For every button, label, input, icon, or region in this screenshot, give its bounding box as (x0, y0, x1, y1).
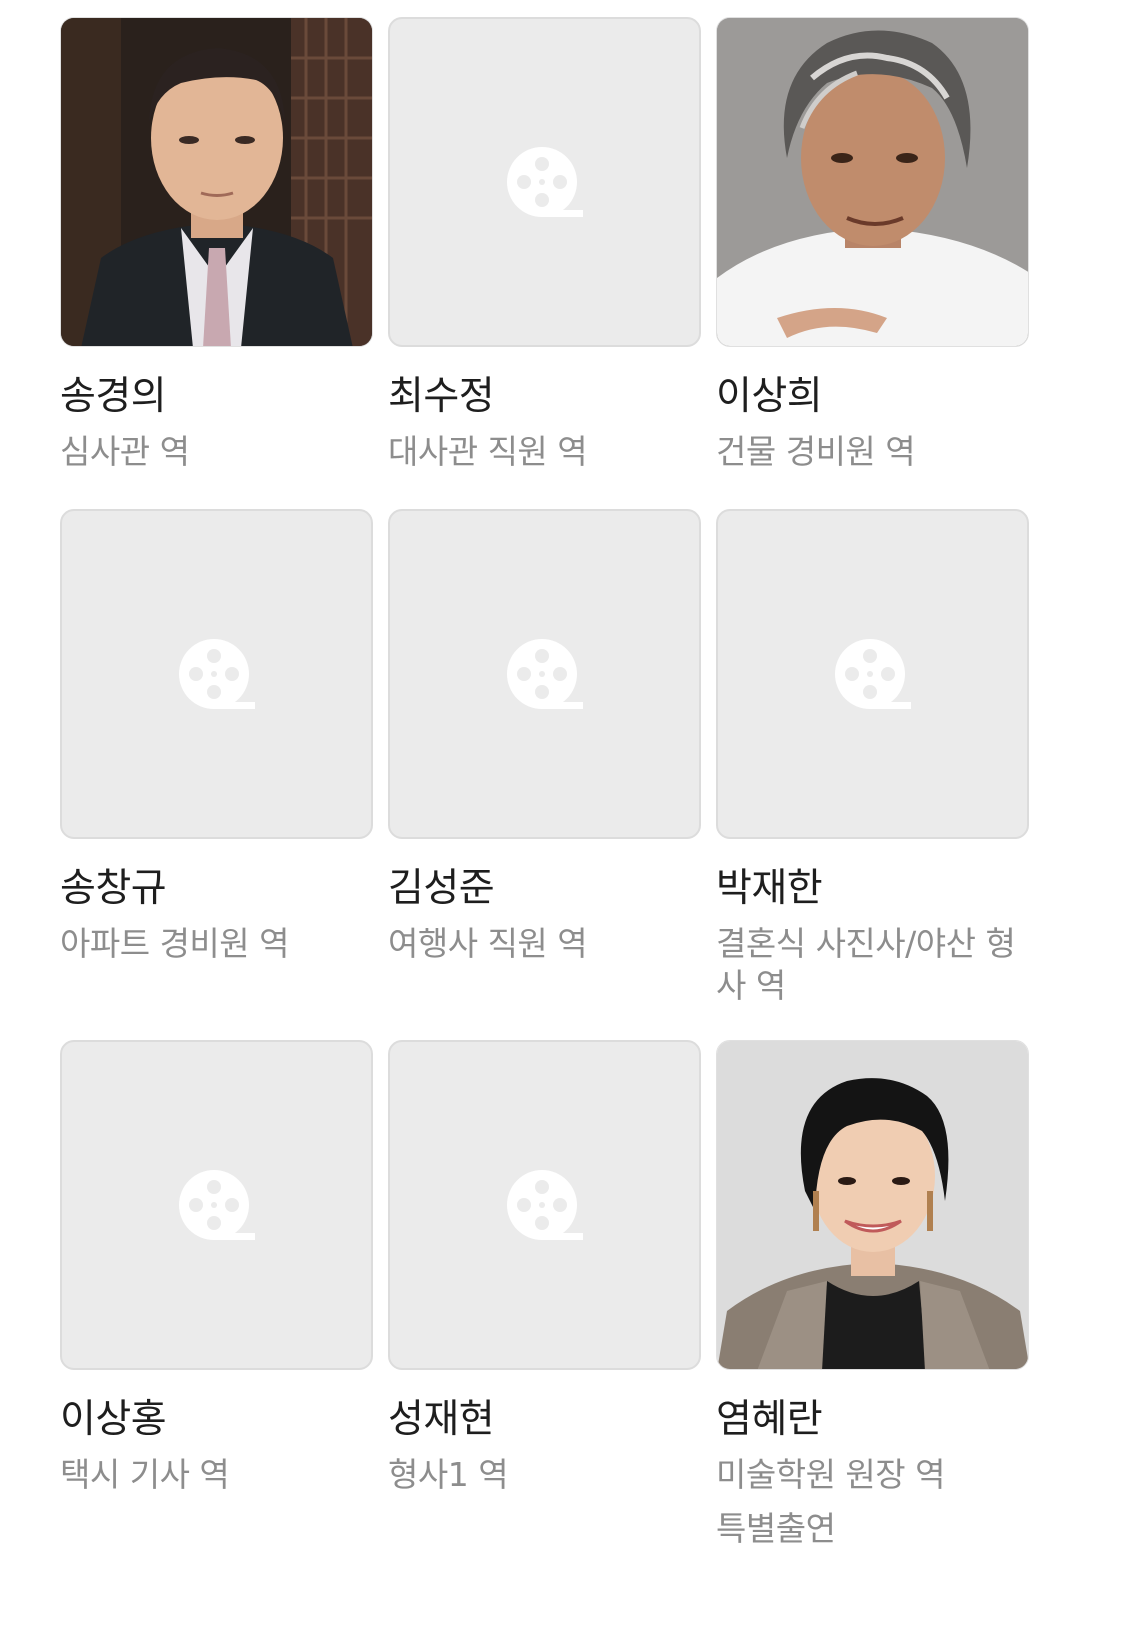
actor-name[interactable]: 성재현 (388, 1396, 701, 1444)
actor-role: 택시 기사 역 (60, 1455, 230, 1494)
actor-photo-placeholder[interactable] (388, 509, 701, 839)
cast-card[interactable]: 박재한 결혼식 사진사/야산 형사 역 (716, 509, 1029, 1007)
actor-role: 형사1 역 (388, 1455, 509, 1494)
film-reel-icon (506, 1170, 583, 1240)
cast-card[interactable]: 송경의 심사관 역 (60, 17, 373, 473)
actor-name[interactable]: 이상홍 (60, 1396, 373, 1444)
man-suit-portrait (61, 18, 372, 346)
cast-card[interactable]: 이상홍 택시 기사 역 (60, 1040, 373, 1496)
actor-photo-placeholder[interactable] (60, 1040, 373, 1370)
actor-name[interactable]: 염혜란 (716, 1396, 1029, 1444)
actor-name[interactable]: 송창규 (60, 865, 373, 913)
cast-card[interactable]: 성재현 형사1 역 (388, 1040, 701, 1496)
film-reel-icon (506, 639, 583, 709)
actor-role: 대사관 직원 역 (388, 432, 588, 471)
actor-photo-placeholder[interactable] (716, 509, 1029, 839)
cast-card[interactable]: 최수정 대사관 직원 역 (388, 17, 701, 473)
actor-role: 아파트 경비원 역 (60, 924, 290, 963)
actor-role: 심사관 역 (60, 432, 190, 471)
actor-role: 여행사 직원 역 (388, 924, 588, 963)
cast-card[interactable]: 김성준 여행사 직원 역 (388, 509, 701, 965)
cast-card[interactable]: 이상희 건물 경비원 역 (716, 17, 1029, 473)
special-appearance-label: 특별출연 (716, 1509, 836, 1548)
film-reel-icon (178, 639, 255, 709)
actor-name[interactable]: 박재한 (716, 865, 1029, 913)
actor-role: 미술학원 원장 역 (716, 1455, 946, 1494)
actor-name[interactable]: 김성준 (388, 865, 701, 913)
actor-photo[interactable] (716, 1040, 1029, 1370)
actor-photo-placeholder[interactable] (388, 1040, 701, 1370)
film-reel-icon (506, 147, 583, 217)
actor-photo[interactable] (60, 17, 373, 347)
actor-photo-placeholder[interactable] (388, 17, 701, 347)
film-reel-icon (834, 639, 911, 709)
actor-name[interactable]: 최수정 (388, 373, 701, 421)
actor-name[interactable]: 송경의 (60, 373, 373, 421)
woman-short-hair-portrait (717, 1041, 1028, 1369)
actor-photo-placeholder[interactable] (60, 509, 373, 839)
cast-card[interactable]: 염혜란 미술학원 원장 역 특별출연 (716, 1040, 1029, 1550)
actor-name[interactable]: 이상희 (716, 373, 1029, 421)
cast-card[interactable]: 송창규 아파트 경비원 역 (60, 509, 373, 965)
actor-photo[interactable] (716, 17, 1029, 347)
actor-role: 결혼식 사진사/야산 형사 역 (716, 924, 1016, 1005)
actor-role: 건물 경비원 역 (716, 432, 916, 471)
man-gray-hair-portrait (717, 18, 1028, 346)
film-reel-icon (178, 1170, 255, 1240)
